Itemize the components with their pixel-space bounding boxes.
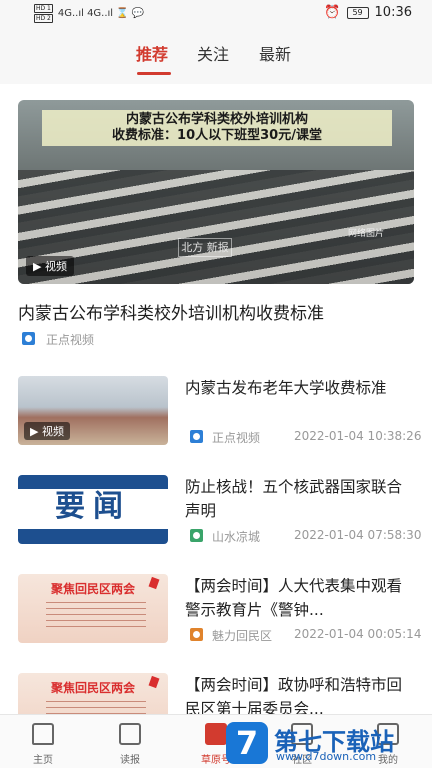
- alarm-icon: ⏰: [324, 5, 341, 20]
- item1-thumbnail[interactable]: ▶ 视频: [18, 376, 168, 445]
- item1-source[interactable]: 正点视频: [212, 429, 260, 446]
- news-feed[interactable]: 内蒙古公布学科类校外培训机构 收费标准：10人以下班型30元/课堂 北方 新报 …: [0, 84, 432, 714]
- item4-thumbnail[interactable]: 聚焦回民区两会: [18, 673, 168, 714]
- sim1-badge: HD 1: [34, 4, 53, 13]
- item1-time: 2022-01-04 10:38:26: [294, 429, 422, 443]
- item2-source[interactable]: 山水凉城: [212, 528, 260, 545]
- item2-title[interactable]: 防止核战！五个核武器国家联合声明: [185, 475, 413, 523]
- newspaper-icon: [119, 723, 141, 745]
- clock: 10:36: [374, 5, 412, 20]
- nav-home-label: 主页: [33, 755, 53, 766]
- tab-follow[interactable]: 关注: [197, 41, 229, 65]
- item2-thumbnail[interactable]: 要闻: [18, 475, 168, 544]
- item3-time: 2022-01-04 00:05:14: [294, 627, 422, 641]
- newspaper-watermark: 北方 新报: [178, 238, 232, 257]
- thumb-banner-text: 聚焦回民区两会: [50, 681, 135, 695]
- nav-newspaper-label: 读报: [120, 755, 140, 766]
- tab-recommend[interactable]: 推荐: [136, 41, 168, 65]
- mountain-logo-icon: [190, 529, 203, 542]
- nav-newspaper[interactable]: 读报: [94, 715, 166, 768]
- item3-source[interactable]: 魅力回民区: [212, 627, 272, 644]
- yaowen-graphic: 要闻: [18, 475, 168, 544]
- thumb-text-lines: [46, 701, 146, 714]
- thumb-text-lines: [46, 602, 146, 628]
- source-logo-icon: [190, 628, 203, 641]
- grassland-icon: [205, 723, 227, 745]
- hero-image[interactable]: 内蒙古公布学科类校外培训机构 收费标准：10人以下班型30元/课堂 北方 新报 …: [18, 100, 414, 284]
- source-logo-icon: [22, 332, 35, 345]
- item1-title[interactable]: 内蒙古发布老年大学收费标准: [185, 376, 413, 400]
- home-icon: [32, 723, 54, 745]
- hero-title[interactable]: 内蒙古公布学科类校外培训机构收费标准: [18, 299, 324, 324]
- hero-caption: 内蒙古公布学科类校外培训机构 收费标准：10人以下班型30元/课堂: [42, 110, 392, 146]
- top-tab-bar: 推荐 关注 最新: [0, 28, 432, 84]
- logo-mark: 7: [226, 722, 268, 764]
- sim-badges: HD 1 HD 2: [34, 4, 53, 23]
- yaowen-label: 要闻: [55, 489, 131, 524]
- signal-icons: 4G..ıl 4G..ıl ⌛ 💬: [57, 8, 145, 19]
- battery-icon: 59: [346, 6, 369, 19]
- logo-url: www.d7down.com: [276, 750, 377, 763]
- video-badge: ▶ 视频: [24, 422, 70, 440]
- status-left: HD 1 HD 2 4G..ıl 4G..ıl ⌛ 💬: [34, 4, 144, 23]
- item3-title[interactable]: 【两会时间】人大代表集中观看警示教育片《警钟...: [185, 574, 413, 622]
- item4-title[interactable]: 【两会时间】政协呼和浩特市回民区第十届委员会...: [185, 673, 413, 714]
- item2-time: 2022-01-04 07:58:30: [294, 528, 422, 542]
- active-tab-indicator: [137, 72, 171, 75]
- site-watermark-logo: 7 第七下载站 www.d7down.com: [226, 720, 431, 766]
- status-bar: HD 1 HD 2 4G..ıl 4G..ıl ⌛ 💬 ⏰ 59 10:36: [0, 0, 432, 28]
- thumb-banner-text: 聚焦回民区两会: [50, 582, 135, 596]
- video-badge: ▶ 视频: [26, 256, 74, 276]
- source-logo-icon: [190, 430, 203, 443]
- image-credit: 网络图片: [347, 229, 384, 239]
- nav-home[interactable]: 主页: [7, 715, 79, 768]
- status-right: ⏰ 59 10:36: [324, 5, 412, 20]
- item3-thumbnail[interactable]: 聚焦回民区两会: [18, 574, 168, 643]
- hero-source[interactable]: 正点视频: [46, 331, 94, 348]
- sim2-badge: HD 2: [34, 14, 53, 23]
- hero-caption-line1: 内蒙古公布学科类校外培训机构: [125, 112, 308, 127]
- tab-latest[interactable]: 最新: [259, 41, 291, 65]
- hero-caption-line2: 收费标准：10人以下班型30元/课堂: [112, 128, 322, 143]
